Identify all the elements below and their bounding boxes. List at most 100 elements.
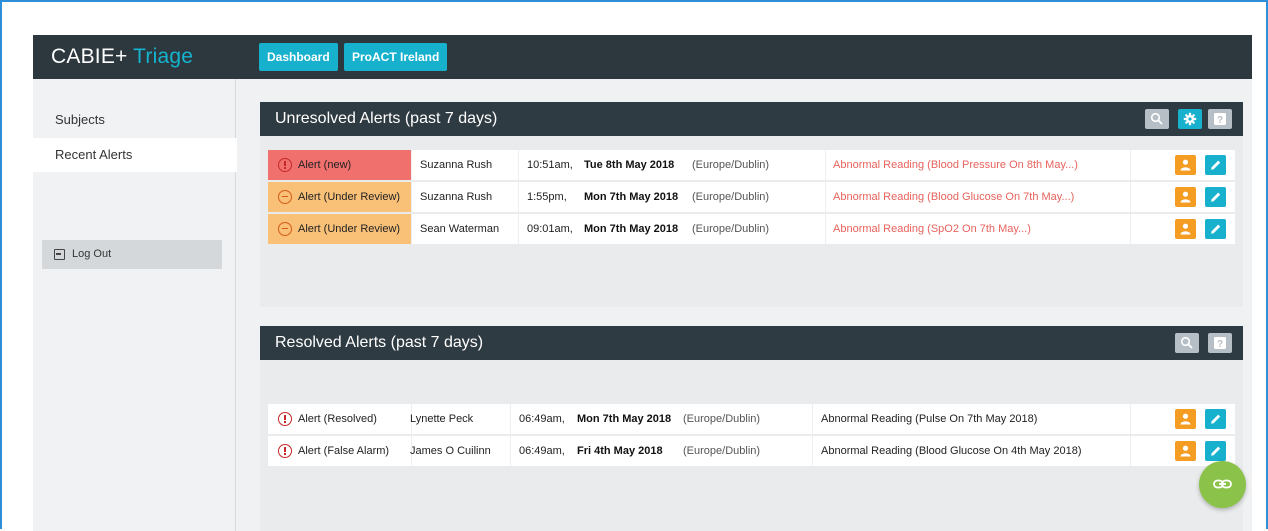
alert-timezone: (Europe/Dublin) [692,191,770,203]
cell-divider [411,214,412,244]
person-icon [1180,159,1191,171]
top-bar: CABIE+ Triage Dashboard ProACT Ireland [33,35,1252,79]
link-fab-button[interactable] [1199,461,1246,508]
logout-label: Log Out [72,248,112,260]
minus-circle-icon [278,222,292,236]
cell-divider [411,182,412,212]
alert-row[interactable]: Alert (Resolved) Lynette Peck 06:49am, Mon … [268,404,1235,434]
edit-alert-button[interactable] [1205,409,1226,429]
svg-text:?: ? [1217,339,1223,350]
window-frame: CABIE+ Triage Dashboard ProACT Ireland S… [0,0,1268,531]
search-icon [1180,336,1193,349]
alert-row[interactable]: Alert (Under Review) Sean Waterman 09:01am… [268,214,1235,244]
alert-reading[interactable]: Abnormal Reading (SpO2 On 7th May...) [833,214,1031,244]
person-icon [1180,413,1191,425]
alert-row[interactable]: Alert (Under Review) Suzanna Rush 1:55pm, M… [268,182,1235,212]
alert-status[interactable]: Alert (Under Review) [268,214,411,244]
cell-divider [1130,182,1131,212]
cell-divider [1130,150,1131,180]
cell-divider [812,404,813,434]
alert-status-label: Alert (Under Review) [298,191,401,203]
resolved-help-button[interactable]: ? [1208,333,1232,353]
gear-icon [1183,112,1197,126]
brand-name: CABIE+ [51,45,128,68]
resolved-search-button[interactable] [1175,333,1199,353]
cell-divider [825,214,826,244]
logout-button[interactable]: Log Out [42,240,222,269]
alert-timezone: (Europe/Dublin) [692,223,770,235]
sidebar-item-subjects[interactable]: Subjects [42,103,236,137]
edit-alert-button[interactable] [1205,187,1226,207]
alert-status-label: Alert (Under Review) [298,223,401,235]
person-icon [1180,223,1191,235]
unresolved-search-button[interactable] [1145,109,1169,129]
search-icon [1150,112,1163,125]
alert-time: 09:01am, [527,223,573,235]
cell-divider [518,182,519,212]
alert-date: Tue 8th May 2018 [584,159,675,171]
alert-status[interactable]: Alert (new) [268,150,411,180]
unresolved-help-button[interactable]: ? [1208,109,1232,129]
cell-divider [1130,214,1131,244]
help-icon: ? [1214,337,1226,350]
pencil-icon [1211,160,1221,170]
alert-status-label: Alert (False Alarm) [298,445,390,457]
alert-timezone: (Europe/Dublin) [692,159,770,171]
alert-time: 10:51am, [527,159,573,171]
subject-name: Lynette Peck [410,413,474,425]
pencil-icon [1211,224,1221,234]
resolved-alerts-header: Resolved Alerts (past 7 days) ? [260,326,1243,360]
alert-reading[interactable]: Abnormal Reading (Blood Glucose On 7th M… [833,182,1074,212]
edit-alert-button[interactable] [1205,441,1226,461]
dashboard-button[interactable]: Dashboard [259,43,338,71]
view-subject-button[interactable] [1175,219,1196,239]
resolved-alerts-title: Resolved Alerts (past 7 days) [275,334,484,351]
alert-date: Mon 7th May 2018 [584,223,679,235]
exclamation-circle-icon [278,444,292,458]
sidebar-item-recent-alerts[interactable]: Recent Alerts [33,138,237,172]
pencil-icon [1211,192,1221,202]
cell-divider [411,150,412,180]
alert-status[interactable]: Alert (Resolved) [268,404,411,434]
person-icon [1180,191,1191,203]
alert-reading[interactable]: Abnormal Reading (Blood Pressure On 8th … [833,150,1078,180]
cell-divider [510,404,511,434]
proact-ireland-button[interactable]: ProACT Ireland [344,43,448,71]
view-subject-button[interactable] [1175,409,1196,429]
cell-divider [518,214,519,244]
unresolved-settings-button[interactable] [1178,109,1202,129]
alert-time: 06:49am, [519,413,565,425]
alert-date: Mon 7th May 2018 [584,191,679,203]
alert-date: Mon 7th May 2018 [577,413,672,425]
view-subject-button[interactable] [1175,155,1196,175]
cell-divider [1130,404,1131,434]
edit-alert-button[interactable] [1205,155,1226,175]
view-subject-button[interactable] [1175,187,1196,207]
alert-date: Fri 4th May 2018 [577,445,663,457]
edit-alert-button[interactable] [1205,219,1226,239]
cell-divider [825,182,826,212]
alert-time: 1:55pm, [527,191,567,203]
exclamation-circle-icon [278,412,292,426]
pencil-icon [1211,446,1221,456]
cell-divider [510,436,511,466]
minus-circle-icon [278,190,292,204]
view-subject-button[interactable] [1175,441,1196,461]
subject-name: Sean Waterman [420,223,500,235]
alert-row[interactable]: Alert (False Alarm) James O Cuilinn 06:49a… [268,436,1235,466]
alert-status[interactable]: Alert (False Alarm) [268,436,411,466]
alert-reading[interactable]: Abnormal Reading (Blood Glucose On 4th M… [821,436,1081,466]
resolved-alerts-panel: Resolved Alerts (past 7 days) ? Alert (R… [260,326,1243,531]
alert-reading[interactable]: Abnormal Reading (Pulse On 7th May 2018) [821,404,1037,434]
alert-row[interactable]: Alert (new) Suzanna Rush 10:51am, Tue 8th M… [268,150,1235,180]
sidebar: Subjects Recent Alerts Log Out [33,79,237,531]
unresolved-alerts-header: Unresolved Alerts (past 7 days) ? [260,102,1243,136]
exclamation-circle-icon [278,158,292,172]
alert-status-label: Alert (Resolved) [298,413,377,425]
alert-timezone: (Europe/Dublin) [683,413,761,425]
brand-accent: Triage [133,45,194,68]
help-icon: ? [1214,113,1226,126]
brand-logo: CABIE+ Triage [51,45,193,69]
cell-divider [1130,436,1131,466]
alert-status[interactable]: Alert (Under Review) [268,182,411,212]
